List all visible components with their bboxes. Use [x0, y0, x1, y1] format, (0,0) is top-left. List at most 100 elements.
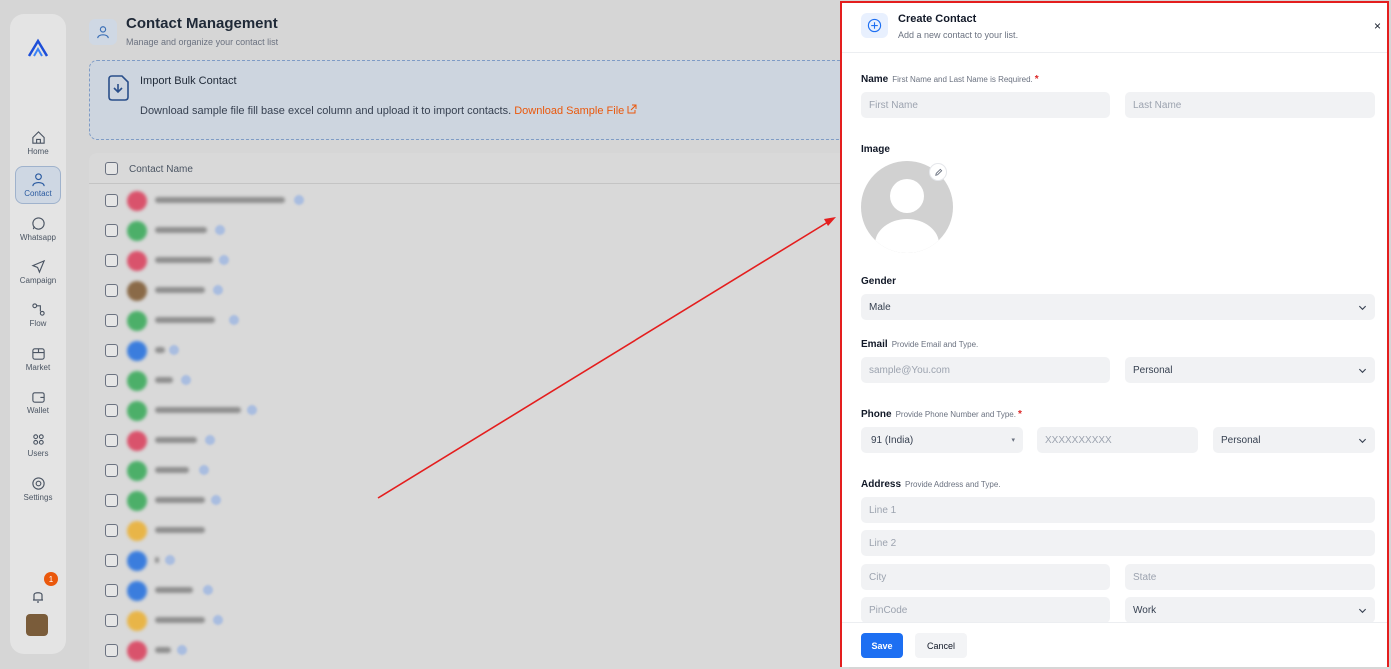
status-icon: [219, 255, 229, 265]
phone-label-text: Phone: [861, 409, 892, 420]
country-code-select[interactable]: 91 (India) ▾: [861, 427, 1023, 453]
row-checkbox[interactable]: [105, 464, 118, 477]
pencil-icon: [934, 168, 942, 176]
sidebar-item-whatsapp[interactable]: Whatsapp: [15, 210, 61, 248]
panel-title: Create Contact: [898, 13, 977, 25]
page-subtitle: Manage and organize your contact list: [126, 37, 279, 47]
table-row[interactable]: [89, 575, 849, 605]
row-checkbox[interactable]: [105, 314, 118, 327]
phone-input[interactable]: XXXXXXXXXX: [1037, 427, 1198, 453]
row-checkbox[interactable]: [105, 374, 118, 387]
contact-name: [155, 287, 205, 293]
row-checkbox[interactable]: [105, 284, 118, 297]
sidebar-item-settings[interactable]: Settings: [15, 470, 61, 508]
download-sample-link[interactable]: Download Sample File: [514, 104, 637, 117]
table-row[interactable]: [89, 185, 849, 215]
avatar: [127, 611, 147, 631]
sidebar-item-users[interactable]: Users: [15, 426, 61, 464]
avatar: [127, 581, 147, 601]
table-row[interactable]: [89, 365, 849, 395]
status-icon: [211, 495, 221, 505]
table-row[interactable]: [89, 455, 849, 485]
row-checkbox[interactable]: [105, 524, 118, 537]
row-checkbox[interactable]: [105, 614, 118, 627]
email-input[interactable]: sample@You.com: [861, 357, 1110, 383]
city-input[interactable]: City: [861, 564, 1110, 590]
table-header: Contact Name: [89, 153, 849, 184]
address-hint: Provide Address and Type.: [905, 480, 1001, 489]
user-avatar[interactable]: [26, 614, 48, 636]
table-row[interactable]: [89, 335, 849, 365]
contact-name: [155, 377, 173, 383]
avatar: [127, 521, 147, 541]
status-icon: [199, 465, 209, 475]
contact-table: Contact Name: [89, 153, 849, 669]
sidebar-item-home[interactable]: Home: [15, 124, 61, 162]
status-icon: [247, 405, 257, 415]
gender-select[interactable]: Male: [861, 294, 1375, 320]
edit-image-button[interactable]: [929, 163, 947, 181]
phone-type-select[interactable]: Personal: [1213, 427, 1375, 453]
contact-header-icon: [89, 19, 117, 45]
table-row[interactable]: [89, 305, 849, 335]
import-text: Download sample file fill base excel col…: [140, 105, 512, 117]
contact-name: [155, 467, 189, 473]
sidebar-item-contact[interactable]: Contact: [15, 166, 61, 204]
app-logo[interactable]: [27, 38, 49, 58]
avatar-head-shape: [890, 179, 924, 213]
row-checkbox[interactable]: [105, 194, 118, 207]
select-all-checkbox[interactable]: [105, 162, 118, 175]
row-checkbox[interactable]: [105, 644, 118, 657]
create-contact-panel: Create Contact Add a new contact to your…: [840, 1, 1389, 667]
state-input[interactable]: State: [1125, 564, 1375, 590]
table-row[interactable]: [89, 215, 849, 245]
sidebar-item-flow[interactable]: Flow: [15, 296, 61, 334]
row-checkbox[interactable]: [105, 434, 118, 447]
sidebar-item-campaign[interactable]: Campaign: [15, 253, 61, 291]
row-checkbox[interactable]: [105, 404, 118, 417]
table-row[interactable]: [89, 245, 849, 275]
contact-name: [155, 347, 165, 353]
close-button[interactable]: ×: [1374, 19, 1381, 33]
avatar: [127, 461, 147, 481]
sidebar-item-wallet[interactable]: Wallet: [15, 383, 61, 421]
bell-icon[interactable]: [30, 588, 46, 604]
row-checkbox[interactable]: [105, 584, 118, 597]
table-row[interactable]: [89, 425, 849, 455]
wallet-icon: [31, 392, 45, 403]
contact-name: [155, 407, 241, 413]
sidebar-item-label: Flow: [29, 319, 47, 328]
email-hint: Provide Email and Type.: [891, 340, 979, 349]
phone-type-value: Personal: [1221, 434, 1261, 446]
name-hint: First Name and Last Name is Required.: [892, 75, 1033, 84]
table-row[interactable]: [89, 395, 849, 425]
sidebar-item-market[interactable]: Market: [15, 340, 61, 378]
address-line2-input[interactable]: Line 2: [861, 530, 1375, 556]
status-icon: [213, 615, 223, 625]
table-row[interactable]: [89, 515, 849, 545]
row-checkbox[interactable]: [105, 254, 118, 267]
row-checkbox[interactable]: [105, 344, 118, 357]
sidebar-item-label: Users: [27, 449, 49, 458]
table-row[interactable]: [89, 275, 849, 305]
last-name-input[interactable]: Last Name: [1125, 92, 1375, 118]
email-type-select[interactable]: Personal: [1125, 357, 1375, 383]
first-name-input[interactable]: First Name: [861, 92, 1110, 118]
row-checkbox[interactable]: [105, 224, 118, 237]
required-mark: *: [1017, 409, 1022, 420]
table-row[interactable]: [89, 635, 849, 665]
row-checkbox[interactable]: [105, 554, 118, 567]
address-line1-input[interactable]: Line 1: [861, 497, 1375, 523]
table-row[interactable]: [89, 545, 849, 575]
row-checkbox[interactable]: [105, 494, 118, 507]
table-row[interactable]: [89, 485, 849, 515]
address-type-select[interactable]: Work: [1125, 597, 1375, 623]
save-button[interactable]: Save: [861, 633, 903, 658]
email-label-text: Email: [861, 339, 888, 350]
table-row[interactable]: [89, 605, 849, 635]
sidebar: Home Contact Whatsapp Campaign Flow Mark…: [10, 14, 66, 654]
pincode-input[interactable]: PinCode: [861, 597, 1110, 623]
chevron-down-icon: [1358, 305, 1367, 310]
country-code-value: 91 (India): [871, 434, 914, 446]
cancel-button[interactable]: Cancel: [915, 633, 967, 658]
